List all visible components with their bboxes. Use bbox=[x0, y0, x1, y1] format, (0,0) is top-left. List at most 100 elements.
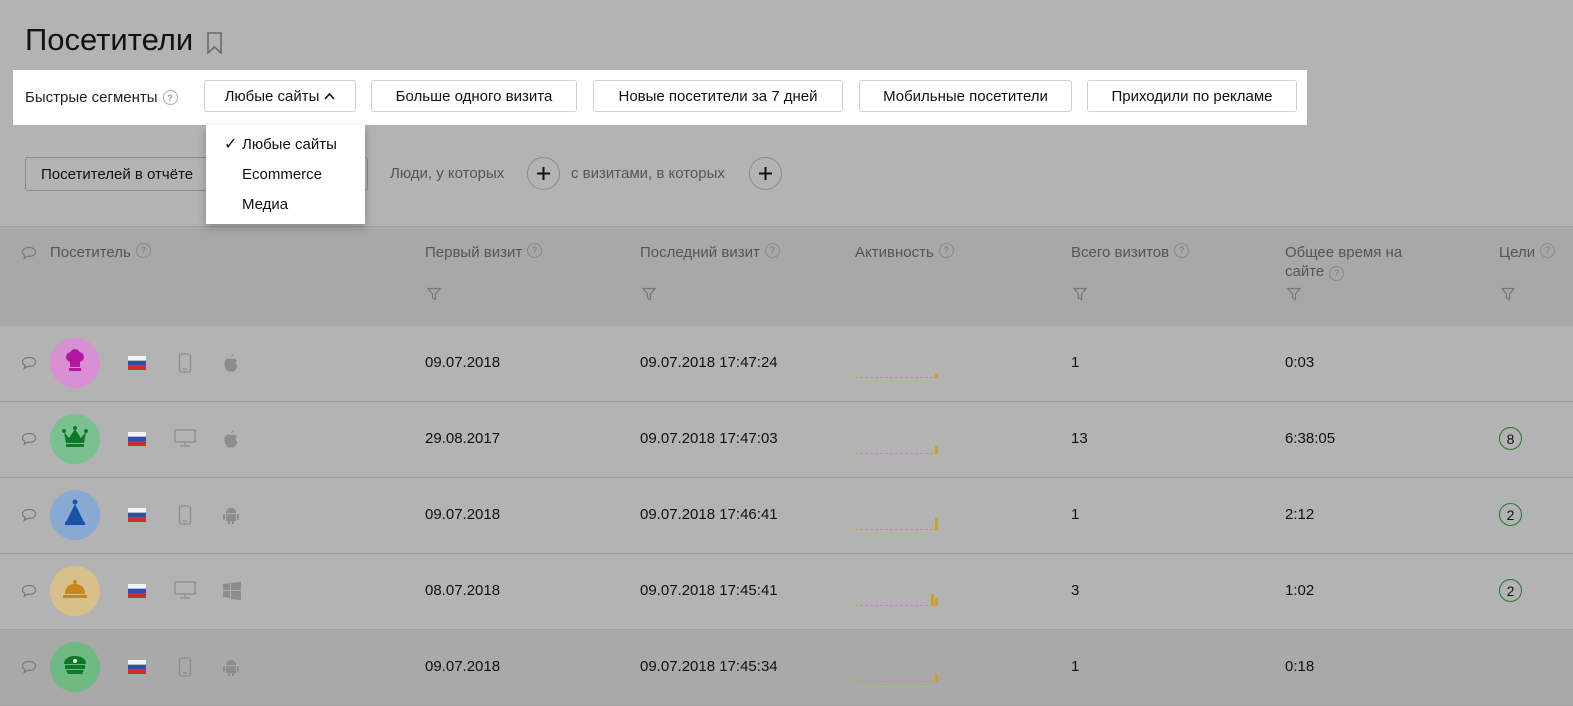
quick-segments-bar: Быстрые сегменты ? Любые сайты Больше од… bbox=[13, 70, 1307, 125]
last-visit-cell: 09.07.2018 17:47:24 bbox=[640, 354, 778, 371]
table-row[interactable]: 09.07.2018 09.07.2018 17:46:41 1 2:12 2 bbox=[0, 478, 1573, 554]
avatar[interactable] bbox=[50, 642, 100, 692]
segment-any-sites-label: Любые сайты bbox=[224, 87, 320, 105]
page-title-text: Посетители bbox=[25, 22, 194, 57]
activity-bar bbox=[935, 518, 938, 530]
add-people-filter-button[interactable] bbox=[527, 157, 560, 190]
russia-flag-icon bbox=[128, 660, 146, 679]
help-icon[interactable]: ? bbox=[938, 243, 954, 258]
column-last-visit-label: Последний визит bbox=[640, 244, 760, 261]
filter-funnel-icon[interactable] bbox=[1073, 287, 1087, 301]
column-visitor[interactable]: Посетитель? bbox=[50, 243, 151, 262]
goals-badge[interactable]: 2 bbox=[1499, 579, 1522, 602]
filter-funnel-icon[interactable] bbox=[642, 287, 656, 301]
column-last-visit[interactable]: Последний визит? bbox=[640, 243, 780, 262]
comment-icon[interactable] bbox=[21, 508, 37, 527]
column-first-visit[interactable]: Первый визит? bbox=[425, 243, 543, 262]
android-icon bbox=[222, 505, 240, 530]
comment-icon[interactable] bbox=[21, 660, 37, 679]
table-row[interactable]: 29.08.2017 09.07.2018 17:47:03 13 6:38:0… bbox=[0, 402, 1573, 478]
avatar[interactable] bbox=[50, 414, 100, 464]
table-row[interactable]: 09.07.2018 09.07.2018 17:47:24 1 0:03 bbox=[0, 326, 1573, 402]
help-icon[interactable]: ? bbox=[527, 243, 543, 258]
help-icon[interactable]: ? bbox=[1540, 243, 1556, 258]
segment-ads-button[interactable]: Приходили по рекламе bbox=[1087, 80, 1297, 112]
column-activity-label: Активность bbox=[855, 244, 934, 261]
column-total-visits[interactable]: Всего визитов? bbox=[1071, 243, 1190, 262]
desktop-icon bbox=[174, 429, 196, 452]
help-icon[interactable]: ? bbox=[764, 243, 780, 258]
filter-funnel-icon[interactable] bbox=[1501, 287, 1515, 301]
column-visitor-label: Посетитель bbox=[50, 244, 131, 261]
segment-mobile-visitors-button[interactable]: Мобильные посетители bbox=[859, 80, 1072, 112]
plus-icon bbox=[759, 167, 772, 180]
segment-new-visitors-button[interactable]: Новые посетители за 7 дней bbox=[593, 80, 843, 112]
dropdown-item-ecommerce[interactable]: Ecommerce bbox=[206, 160, 365, 188]
first-visit-cell: 09.07.2018 bbox=[425, 506, 501, 523]
goals-badge[interactable]: 8 bbox=[1499, 427, 1522, 450]
column-total-time[interactable]: Общее время на сайте? bbox=[1285, 243, 1435, 281]
activity-sparkline bbox=[855, 518, 939, 530]
first-visit-cell: 09.07.2018 bbox=[425, 354, 501, 371]
segment-mobile-visitors-label: Мобильные посетители bbox=[883, 87, 1048, 105]
activity-sparkline bbox=[855, 446, 939, 454]
activity-sparkline bbox=[855, 674, 939, 682]
last-visit-cell: 09.07.2018 17:47:03 bbox=[640, 430, 778, 447]
crown-icon bbox=[61, 425, 89, 454]
mobile-icon bbox=[178, 505, 192, 530]
column-first-visit-label: Первый визит bbox=[425, 244, 523, 261]
russia-flag-icon bbox=[128, 432, 146, 451]
activity-sparkline bbox=[855, 594, 939, 606]
russia-flag-icon bbox=[128, 356, 146, 375]
first-visit-cell: 29.08.2017 bbox=[425, 430, 501, 447]
avatar[interactable] bbox=[50, 566, 100, 616]
total-time-cell: 0:03 bbox=[1285, 354, 1315, 371]
dropdown-item-any-sites[interactable]: ✓ Любые сайты bbox=[206, 130, 365, 158]
help-icon[interactable]: ? bbox=[1174, 243, 1190, 258]
dropdown-item-media[interactable]: Медиа bbox=[206, 190, 365, 218]
help-icon[interactable]: ? bbox=[162, 90, 178, 105]
bookmark-icon[interactable] bbox=[207, 32, 223, 54]
chevron-up-icon bbox=[324, 92, 336, 100]
total-visits-cell: 1 bbox=[1071, 506, 1080, 523]
segment-any-sites-button[interactable]: Любые сайты bbox=[204, 80, 356, 112]
table-row[interactable]: 08.07.2018 09.07.2018 17:45:41 3 1:02 2 bbox=[0, 554, 1573, 630]
last-visit-cell: 09.07.2018 17:45:34 bbox=[640, 658, 778, 675]
total-time-cell: 1:02 bbox=[1285, 582, 1315, 599]
segment-new-visitors-label: Новые посетители за 7 дней bbox=[618, 87, 818, 105]
party-hat-icon bbox=[62, 499, 88, 532]
comment-icon[interactable] bbox=[21, 432, 37, 451]
column-goals-label: Цели bbox=[1499, 244, 1536, 261]
avatar[interactable] bbox=[50, 490, 100, 540]
page-title: Посетители bbox=[25, 22, 223, 58]
desktop-icon bbox=[174, 581, 196, 604]
column-goals[interactable]: Цели? bbox=[1499, 243, 1556, 262]
activity-bar bbox=[935, 598, 938, 606]
comment-icon[interactable] bbox=[21, 356, 37, 375]
russia-flag-icon bbox=[128, 508, 146, 527]
activity-bar bbox=[935, 374, 938, 378]
help-icon[interactable]: ? bbox=[1329, 266, 1345, 281]
last-visit-cell: 09.07.2018 17:46:41 bbox=[640, 506, 778, 523]
dropdown-item-label: Ecommerce bbox=[242, 165, 323, 183]
goals-badge[interactable]: 2 bbox=[1499, 503, 1522, 526]
comment-icon[interactable] bbox=[21, 584, 37, 603]
segment-dropdown: ✓ Любые сайты Ecommerce Медиа bbox=[206, 125, 365, 224]
segment-more-than-one-visit-button[interactable]: Больше одного визита bbox=[371, 80, 577, 112]
total-visits-cell: 1 bbox=[1071, 354, 1080, 371]
activity-sparkline bbox=[855, 374, 939, 378]
filter-funnel-icon[interactable] bbox=[1287, 287, 1301, 301]
add-visits-filter-button[interactable] bbox=[749, 157, 782, 190]
quick-segments-label-text: Быстрые сегменты bbox=[25, 89, 158, 106]
comment-icon[interactable] bbox=[21, 246, 37, 260]
cloche-icon bbox=[61, 577, 89, 606]
filter-funnel-icon[interactable] bbox=[427, 287, 441, 301]
people-filter-label: Люди, у которых bbox=[390, 165, 505, 182]
avatar[interactable] bbox=[50, 338, 100, 388]
segment-more-than-one-visit-label: Больше одного визита bbox=[395, 87, 553, 105]
dropdown-item-label: Медиа bbox=[242, 195, 289, 213]
quick-segments-label: Быстрые сегменты ? bbox=[25, 89, 178, 106]
help-icon[interactable]: ? bbox=[135, 243, 151, 258]
column-activity[interactable]: Активность? bbox=[855, 243, 954, 262]
table-row[interactable]: 09.07.2018 09.07.2018 17:45:34 1 0:18 bbox=[0, 630, 1573, 706]
